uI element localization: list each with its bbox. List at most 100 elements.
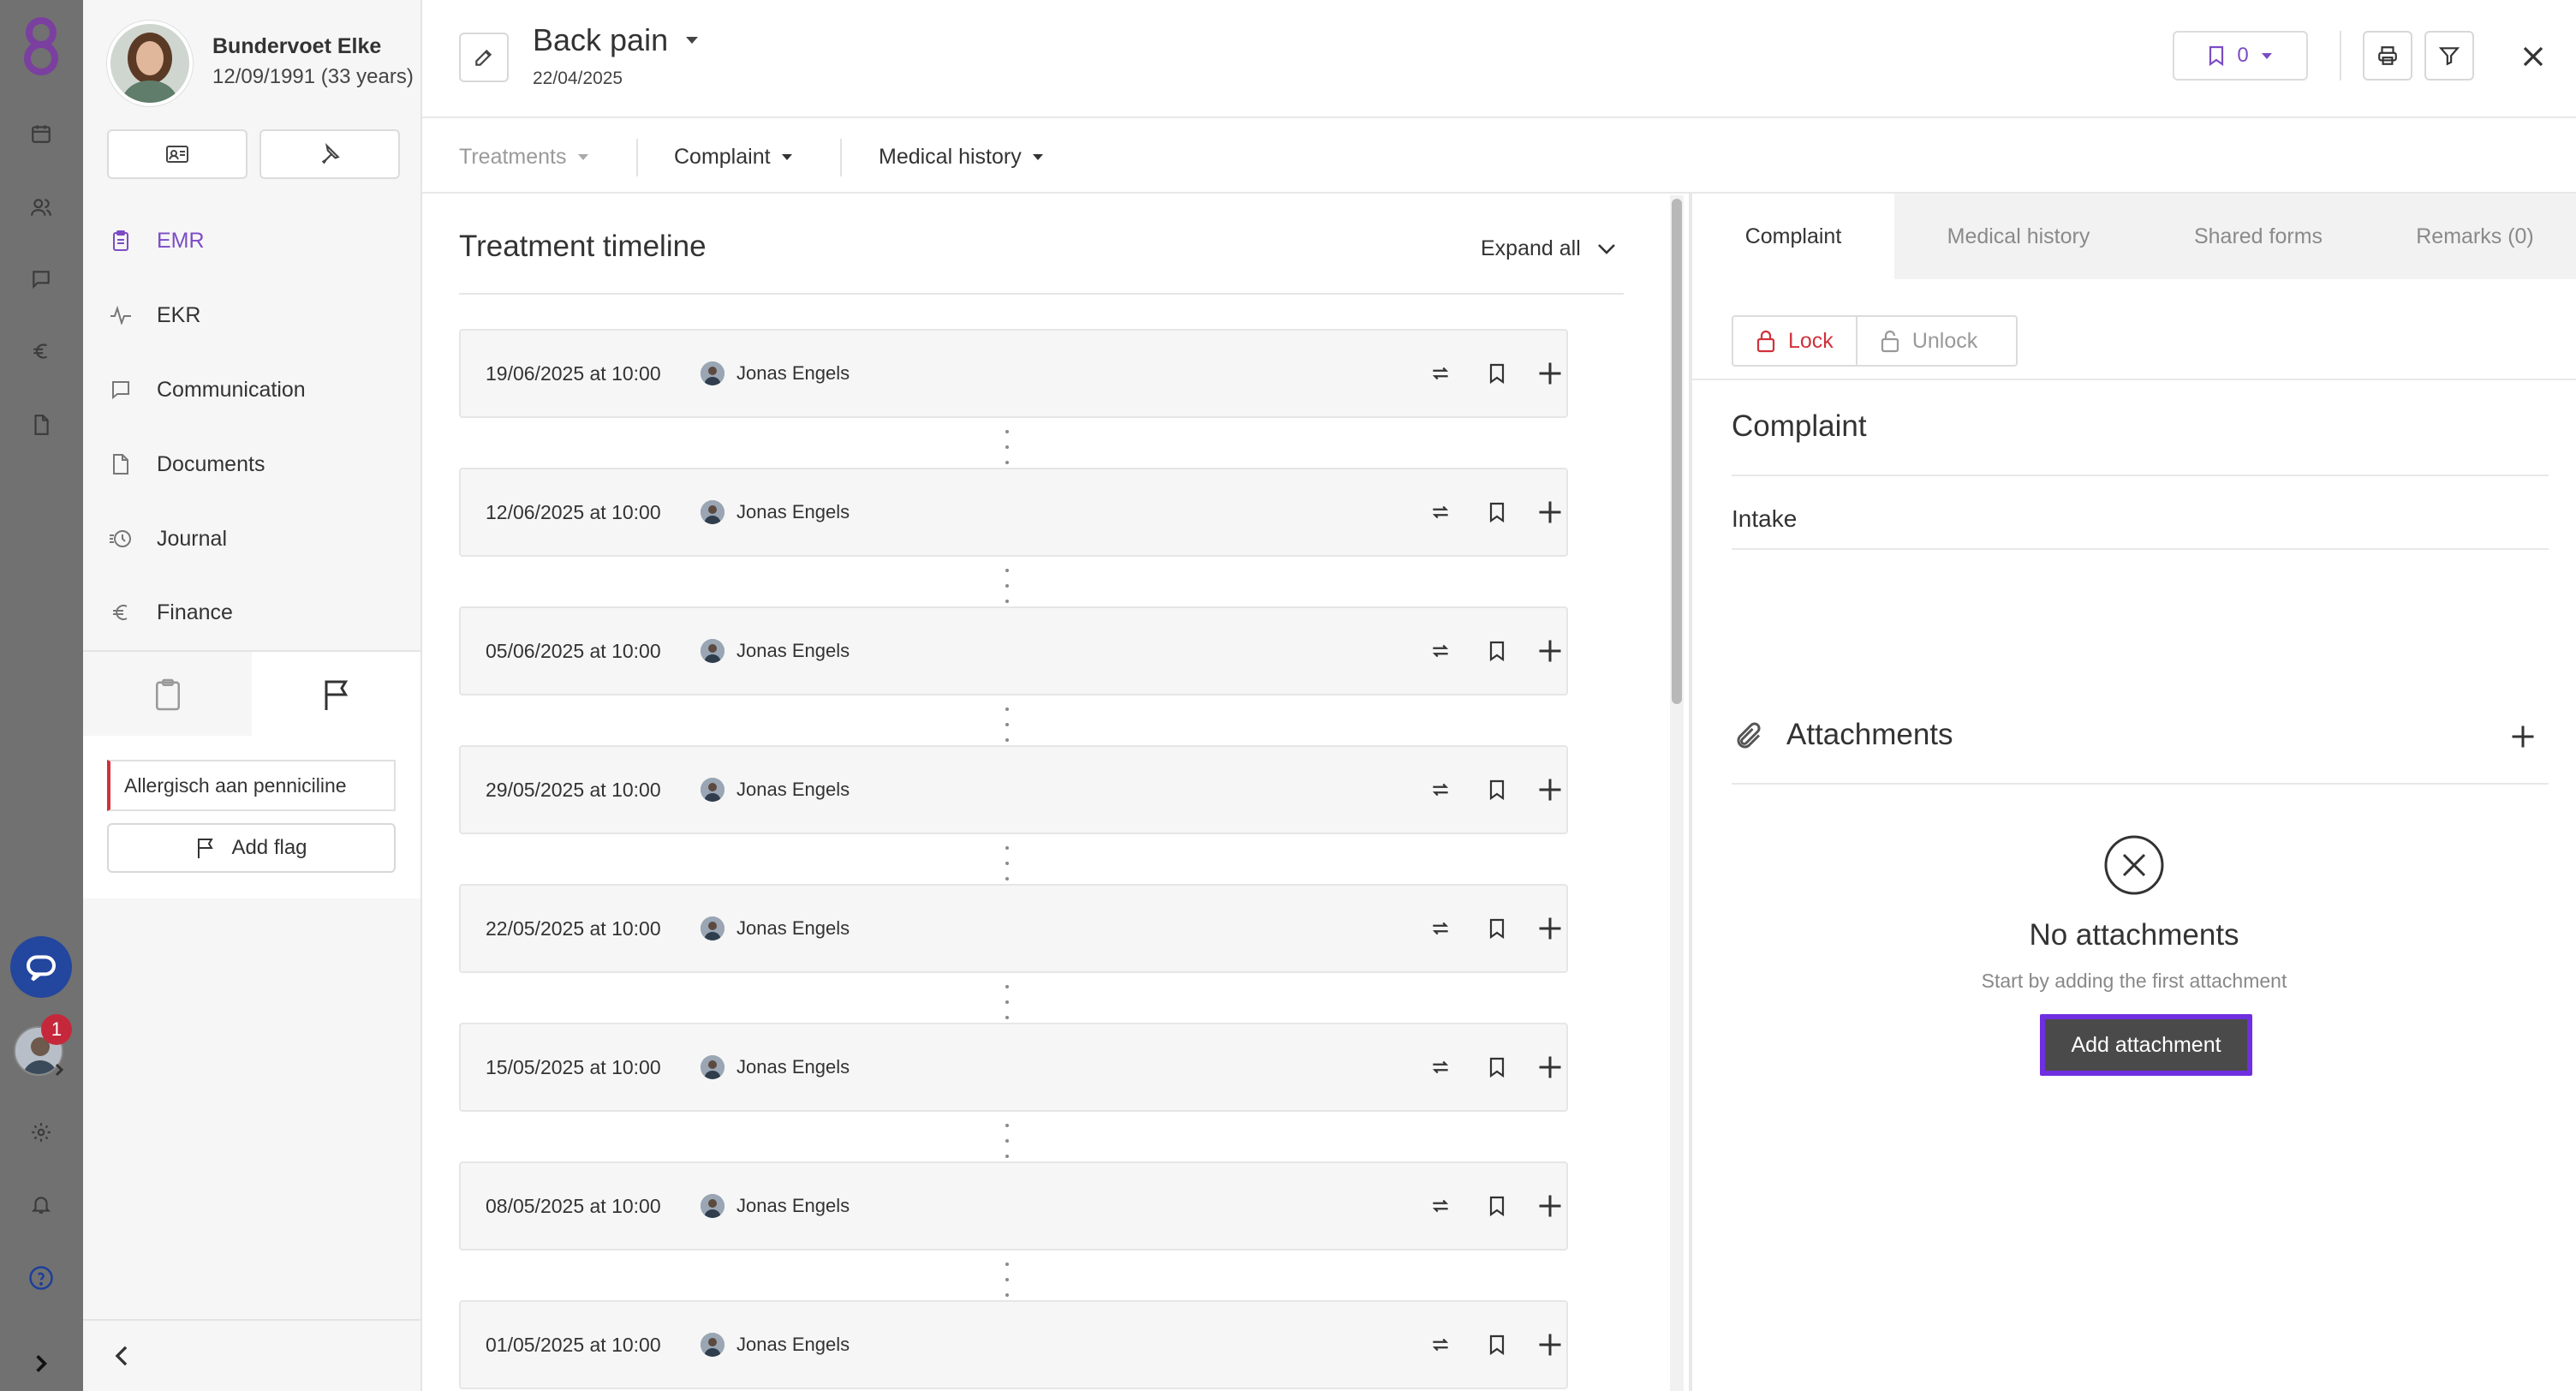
nav-item-ekr[interactable]: EKR <box>83 285 420 345</box>
add-button[interactable] <box>1530 769 1571 810</box>
treatment-date: 12/06/2025 at 10:00 <box>486 500 661 523</box>
calendar-icon[interactable] <box>24 116 58 151</box>
treatment-card[interactable]: 29/05/2025 at 10:00 Jonas Engels <box>459 745 1568 834</box>
treatment-date: 29/05/2025 at 10:00 <box>486 778 661 801</box>
bookmark-button[interactable] <box>1476 353 1518 394</box>
pin-button[interactable] <box>259 129 400 179</box>
print-button[interactable] <box>2363 31 2412 81</box>
lock-button[interactable]: Lock <box>1733 317 1857 365</box>
expand-all-button[interactable]: Expand all <box>1481 236 1617 261</box>
bookmark-button[interactable] <box>1476 1047 1518 1088</box>
bookmark-button[interactable] <box>1476 492 1518 533</box>
add-attachment-icon-button[interactable] <box>2502 716 2543 757</box>
add-button[interactable] <box>1530 353 1571 394</box>
nav-item-label: Finance <box>157 600 233 624</box>
close-icon <box>2520 44 2546 69</box>
treatment-date: 05/06/2025 at 10:00 <box>486 639 661 662</box>
app-logo[interactable] <box>14 15 69 77</box>
repeat-button[interactable] <box>1420 1185 1461 1227</box>
scrollbar-thumb[interactable] <box>1672 199 1682 704</box>
expand-rail-icon[interactable] <box>24 1346 58 1381</box>
detail-panel: Complaint Medical history Shared forms R… <box>1689 194 2576 1391</box>
treatment-card[interactable]: 12/06/2025 at 10:00 Jonas Engels <box>459 468 1568 557</box>
nav-item-finance[interactable]: Finance <box>83 582 420 642</box>
repeat-icon <box>1428 640 1452 662</box>
medical-history-filter[interactable]: Medical history <box>879 120 1044 194</box>
document-icon <box>109 452 133 476</box>
repeat-button[interactable] <box>1420 1324 1461 1365</box>
treatment-card[interactable]: 05/06/2025 at 10:00 Jonas Engels <box>459 606 1568 696</box>
euro-icon[interactable] <box>24 334 58 368</box>
messages-icon[interactable] <box>24 262 58 296</box>
treatment-card[interactable]: 01/05/2025 at 10:00 Jonas Engels <box>459 1300 1568 1389</box>
lock-toggle: Lock Unlock <box>1732 315 2018 367</box>
nav-item-documents[interactable]: Documents <box>83 434 420 494</box>
tab-shared-forms[interactable]: Shared forms <box>2143 194 2374 279</box>
add-button[interactable] <box>1530 492 1571 533</box>
tab-medical-history[interactable]: Medical history <box>1894 194 2143 279</box>
bell-icon[interactable] <box>24 1187 58 1221</box>
timeline-scrollbar[interactable] <box>1670 195 1684 1391</box>
edit-episode-button[interactable] <box>459 33 509 82</box>
add-button[interactable] <box>1530 1185 1571 1227</box>
filter-button[interactable] <box>2424 31 2474 81</box>
repeat-button[interactable] <box>1420 492 1461 533</box>
repeat-button[interactable] <box>1420 630 1461 672</box>
flag-item[interactable]: Allergisch aan penniciline <box>107 760 396 811</box>
treatment-card[interactable]: 19/06/2025 at 10:00 Jonas Engels <box>459 329 1568 418</box>
close-button[interactable] <box>2513 36 2554 77</box>
nav-item-emr[interactable]: EMR <box>83 211 420 271</box>
tab-remarks[interactable]: Remarks (0) <box>2374 194 2576 279</box>
filter-bar: Treatments Complaint Medical history <box>422 120 2576 194</box>
chevron-right-icon[interactable] <box>53 1062 65 1078</box>
bookmark-button[interactable] <box>1476 769 1518 810</box>
practitioner: Jonas Engels <box>701 1163 850 1249</box>
add-attachment-button[interactable]: Add attachment <box>2040 1014 2252 1076</box>
add-flag-button[interactable]: Add flag <box>107 823 396 873</box>
plus-icon <box>1537 499 1563 525</box>
treatments-filter[interactable]: Treatments <box>459 120 589 194</box>
unlock-button[interactable]: Unlock <box>1857 317 2000 365</box>
bookmark-button[interactable] <box>1476 1185 1518 1227</box>
repeat-button[interactable] <box>1420 1047 1461 1088</box>
clipboard-icon <box>109 229 133 253</box>
caret-down-icon <box>1032 153 1044 161</box>
activity-icon <box>109 303 133 327</box>
bookmarks-dropdown[interactable]: 0 <box>2173 31 2308 81</box>
repeat-button[interactable] <box>1420 908 1461 949</box>
bookmark-button[interactable] <box>2561 409 2576 451</box>
add-button[interactable] <box>1530 1047 1571 1088</box>
collapse-sidebar-button[interactable] <box>83 1319 420 1391</box>
treatment-card[interactable]: 15/05/2025 at 10:00 Jonas Engels <box>459 1023 1568 1112</box>
nav-item-communication[interactable]: Communication <box>83 360 420 420</box>
treatment-card[interactable]: 22/05/2025 at 10:00 Jonas Engels <box>459 884 1568 973</box>
add-button[interactable] <box>1530 1324 1571 1365</box>
add-button[interactable] <box>1530 630 1571 672</box>
chat-icon[interactable] <box>10 936 72 998</box>
add-button[interactable] <box>1530 908 1571 949</box>
practitioner-name: Jonas Engels <box>736 1195 850 1216</box>
treatment-card[interactable]: 08/05/2025 at 10:00 Jonas Engels <box>459 1161 1568 1251</box>
help-icon[interactable] <box>24 1261 58 1295</box>
tab-complaint[interactable]: Complaint <box>1692 194 1894 279</box>
nav-item-label: Documents <box>157 451 265 476</box>
tab-flags[interactable] <box>252 652 420 737</box>
bookmark-button[interactable] <box>1476 1324 1518 1365</box>
nav-item-journal[interactable]: Journal <box>83 509 420 569</box>
empty-subtitle: Start by adding the first attachment <box>1981 970 2287 992</box>
bookmark-button[interactable] <box>1476 908 1518 949</box>
tab-notes[interactable] <box>83 652 252 737</box>
chevron-left-icon <box>114 1344 129 1368</box>
repeat-button[interactable] <box>1420 353 1461 394</box>
practitioner-avatar <box>701 1055 724 1079</box>
document-icon[interactable] <box>24 408 58 442</box>
nav-item-label: Journal <box>157 526 227 551</box>
repeat-button[interactable] <box>1420 769 1461 810</box>
patient-card-button[interactable] <box>107 129 247 179</box>
episode-title-dropdown[interactable]: Back pain <box>533 22 699 58</box>
patients-icon[interactable] <box>24 190 58 224</box>
filter-label: Medical history <box>879 144 1022 169</box>
complaint-filter[interactable]: Complaint <box>674 120 793 194</box>
bookmark-button[interactable] <box>1476 630 1518 672</box>
settings-icon[interactable] <box>24 1115 58 1149</box>
